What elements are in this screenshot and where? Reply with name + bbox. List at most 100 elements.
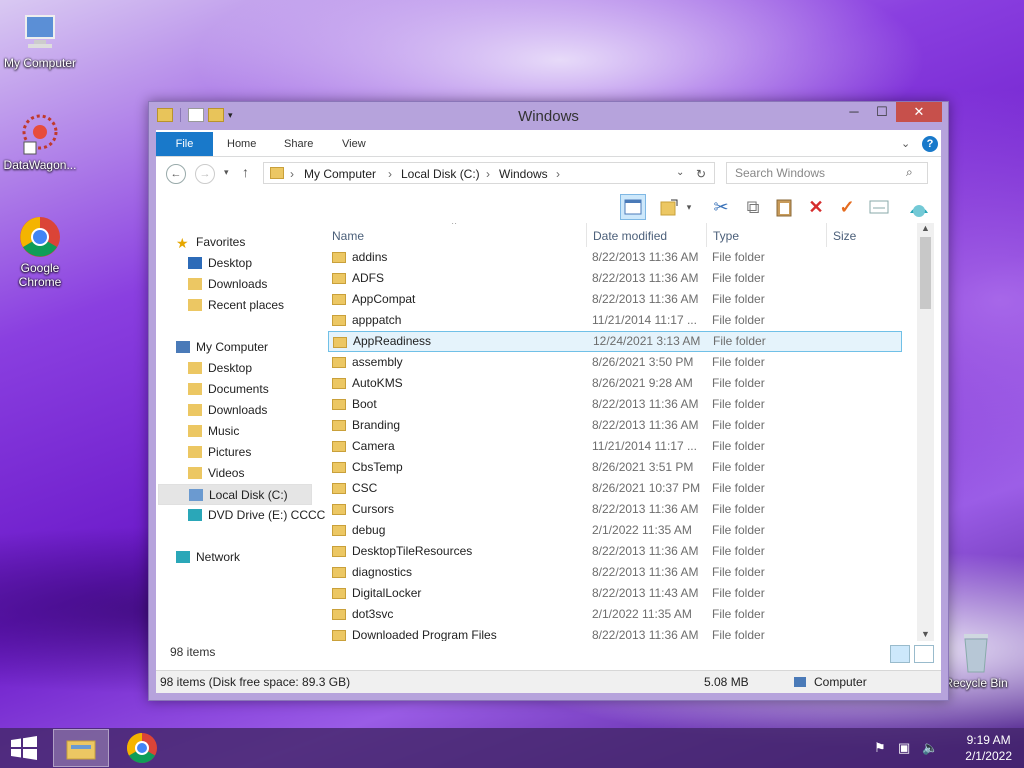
- desktop-icon-my-computer[interactable]: My Computer: [0, 10, 80, 70]
- address-bar[interactable]: › My Computer › Local Disk (C:) › Window…: [263, 162, 715, 184]
- tab-file[interactable]: File: [156, 132, 213, 156]
- large-icons-view-button[interactable]: [914, 645, 934, 663]
- nav-computer-dvd-drive[interactable]: DVD Drive (E:) CCCC: [188, 505, 325, 526]
- search-icon[interactable]: ⌕: [906, 165, 913, 180]
- table-row[interactable]: Cursors 8/22/2013 11:36 AM File folder: [328, 499, 902, 520]
- ribbon-expand-icon[interactable]: ⌄: [901, 137, 910, 150]
- taskbar-file-explorer[interactable]: [53, 729, 109, 767]
- cut-icon[interactable]: ✂: [708, 194, 734, 220]
- table-row[interactable]: Downloaded Program Files 8/22/2013 11:36 …: [328, 625, 902, 641]
- chevron-down-icon[interactable]: ▾: [682, 194, 696, 220]
- file-name: Downloaded Program Files: [352, 628, 497, 641]
- table-row[interactable]: dot3svc 2/1/2022 11:35 AM File folder: [328, 604, 902, 625]
- status-size: 5.08 MB: [704, 675, 749, 689]
- table-row[interactable]: debug 2/1/2022 11:35 AM File folder: [328, 520, 902, 541]
- start-button[interactable]: [10, 736, 38, 763]
- refresh-button[interactable]: ↻: [696, 167, 706, 181]
- desktop-icon-chrome[interactable]: Google Chrome: [0, 215, 80, 289]
- recent-locations-icon[interactable]: ▾: [224, 167, 229, 178]
- pictures-folder-icon: [188, 446, 202, 458]
- nav-computer-documents[interactable]: Documents: [188, 379, 269, 400]
- table-row[interactable]: DesktopTileResources 8/22/2013 11:36 AM Fi…: [328, 541, 902, 562]
- help-button[interactable]: ?: [922, 136, 938, 152]
- table-row[interactable]: AppCompat 8/22/2013 11:36 AM File folder: [328, 289, 902, 310]
- delete-icon[interactable]: ✕: [803, 194, 829, 220]
- scroll-up-icon[interactable]: ▲: [921, 223, 930, 233]
- tab-share[interactable]: Share: [284, 132, 313, 156]
- search-input[interactable]: Search Windows: [726, 162, 928, 184]
- nav-computer-desktop[interactable]: Desktop: [188, 358, 252, 379]
- nav-computer-local-disk[interactable]: Local Disk (C:): [158, 484, 312, 505]
- breadcrumb-windows[interactable]: Windows: [499, 167, 548, 181]
- nav-computer-downloads[interactable]: Downloads: [188, 400, 267, 421]
- nav-favorites-downloads[interactable]: Downloads: [188, 274, 267, 295]
- file-type: File folder: [712, 502, 765, 516]
- volume-muted-icon[interactable]: 🔈: [922, 740, 938, 756]
- nav-favorites-desktop[interactable]: Desktop: [188, 253, 252, 274]
- table-row[interactable]: Branding 8/22/2013 11:36 AM File folder: [328, 415, 902, 436]
- file-name: apppatch: [352, 313, 402, 327]
- nav-my-computer[interactable]: My Computer: [176, 337, 268, 358]
- scrollbar-thumb[interactable]: [920, 237, 931, 309]
- nav-computer-music[interactable]: Music: [188, 421, 239, 442]
- table-row[interactable]: ADFS 8/22/2013 11:36 AM File folder: [328, 268, 902, 289]
- table-row[interactable]: Camera 11/21/2014 11:17 ... File folder: [328, 436, 902, 457]
- table-row[interactable]: assembly 8/26/2021 3:50 PM File folder: [328, 352, 902, 373]
- explorer-window[interactable]: ▾ Windows ─ ☐ ✕ File Home Share View ⌄ ?…: [148, 101, 949, 701]
- file-date-modified: 8/22/2013 11:36 AM: [592, 628, 699, 641]
- forward-button[interactable]: →: [195, 164, 215, 184]
- close-button[interactable]: ✕: [896, 102, 942, 122]
- file-name: diagnostics: [352, 565, 413, 579]
- table-row[interactable]: DigitalLocker 8/22/2013 11:43 AM File fold…: [328, 583, 902, 604]
- title-bar[interactable]: ▾ Windows ─ ☐ ✕: [149, 102, 948, 130]
- paste-icon[interactable]: [771, 194, 797, 220]
- minimize-button[interactable]: ─: [840, 102, 868, 122]
- desktop-icon-datawagon[interactable]: DataWagon...: [0, 112, 80, 172]
- nav-network[interactable]: Network: [176, 547, 240, 568]
- table-row[interactable]: diagnostics 8/22/2013 11:36 AM File folder: [328, 562, 902, 583]
- back-button[interactable]: ←: [166, 164, 186, 184]
- nav-computer-videos[interactable]: Videos: [188, 463, 244, 484]
- table-row[interactable]: CbsTemp 8/26/2021 3:51 PM File folder: [328, 457, 902, 478]
- table-row[interactable]: Boot 8/22/2013 11:36 AM File folder: [328, 394, 902, 415]
- folder-icon: [332, 567, 346, 578]
- copy-icon[interactable]: ⧉: [740, 194, 766, 220]
- table-row[interactable]: apppatch 11/21/2014 11:17 ... File folder: [328, 310, 902, 331]
- up-button[interactable]: ↑: [242, 164, 249, 180]
- rename-icon[interactable]: ✓: [834, 194, 860, 220]
- taskbar-chrome[interactable]: [126, 732, 158, 767]
- vertical-scrollbar[interactable]: ▲ ▼: [917, 223, 934, 641]
- table-row[interactable]: AppReadiness 12/24/2021 3:13 AM File folde…: [328, 331, 902, 352]
- network-globe-icon[interactable]: [906, 194, 932, 220]
- window-title: Windows: [518, 108, 579, 125]
- breadcrumb-local-disk[interactable]: Local Disk (C:): [401, 167, 480, 181]
- nav-computer-pictures[interactable]: Pictures: [188, 442, 251, 463]
- breadcrumb-my-computer[interactable]: My Computer: [304, 167, 376, 181]
- network-status-icon[interactable]: ▣: [898, 740, 910, 756]
- maximize-button[interactable]: ☐: [868, 102, 896, 122]
- nav-favorites[interactable]: ★ Favorites: [176, 232, 245, 253]
- details-view-button[interactable]: [890, 645, 910, 663]
- chevron-right-icon[interactable]: ›: [486, 167, 490, 181]
- file-list[interactable]: ^ Name Date modified Type Size addins 8/2…: [328, 223, 934, 641]
- select-icon[interactable]: [866, 194, 892, 220]
- nav-favorites-recent-places[interactable]: Recent places: [188, 295, 284, 316]
- table-row[interactable]: addins 8/22/2013 11:36 AM File folder: [328, 247, 902, 268]
- chevron-right-icon[interactable]: ›: [290, 167, 294, 181]
- table-row[interactable]: CSC 8/26/2021 10:37 PM File folder: [328, 478, 902, 499]
- preview-pane-button[interactable]: [620, 194, 646, 220]
- column-header-name[interactable]: Name: [332, 229, 364, 243]
- column-header-size[interactable]: Size: [833, 229, 856, 243]
- tab-home[interactable]: Home: [227, 132, 256, 156]
- table-row[interactable]: AutoKMS 8/26/2021 9:28 AM File folder: [328, 373, 902, 394]
- chevron-right-icon[interactable]: ›: [388, 167, 392, 181]
- column-header-date-modified[interactable]: Date modified: [593, 229, 667, 243]
- column-header-type[interactable]: Type: [713, 229, 739, 243]
- address-dropdown-icon[interactable]: ⌄: [676, 167, 684, 178]
- properties-icon[interactable]: [656, 194, 682, 220]
- clock[interactable]: 9:19 AM 2/1/2022: [965, 732, 1012, 764]
- tab-view[interactable]: View: [342, 132, 366, 156]
- chevron-right-icon[interactable]: ›: [556, 167, 560, 181]
- scroll-down-icon[interactable]: ▼: [921, 629, 930, 639]
- action-center-icon[interactable]: ⚑: [874, 740, 886, 756]
